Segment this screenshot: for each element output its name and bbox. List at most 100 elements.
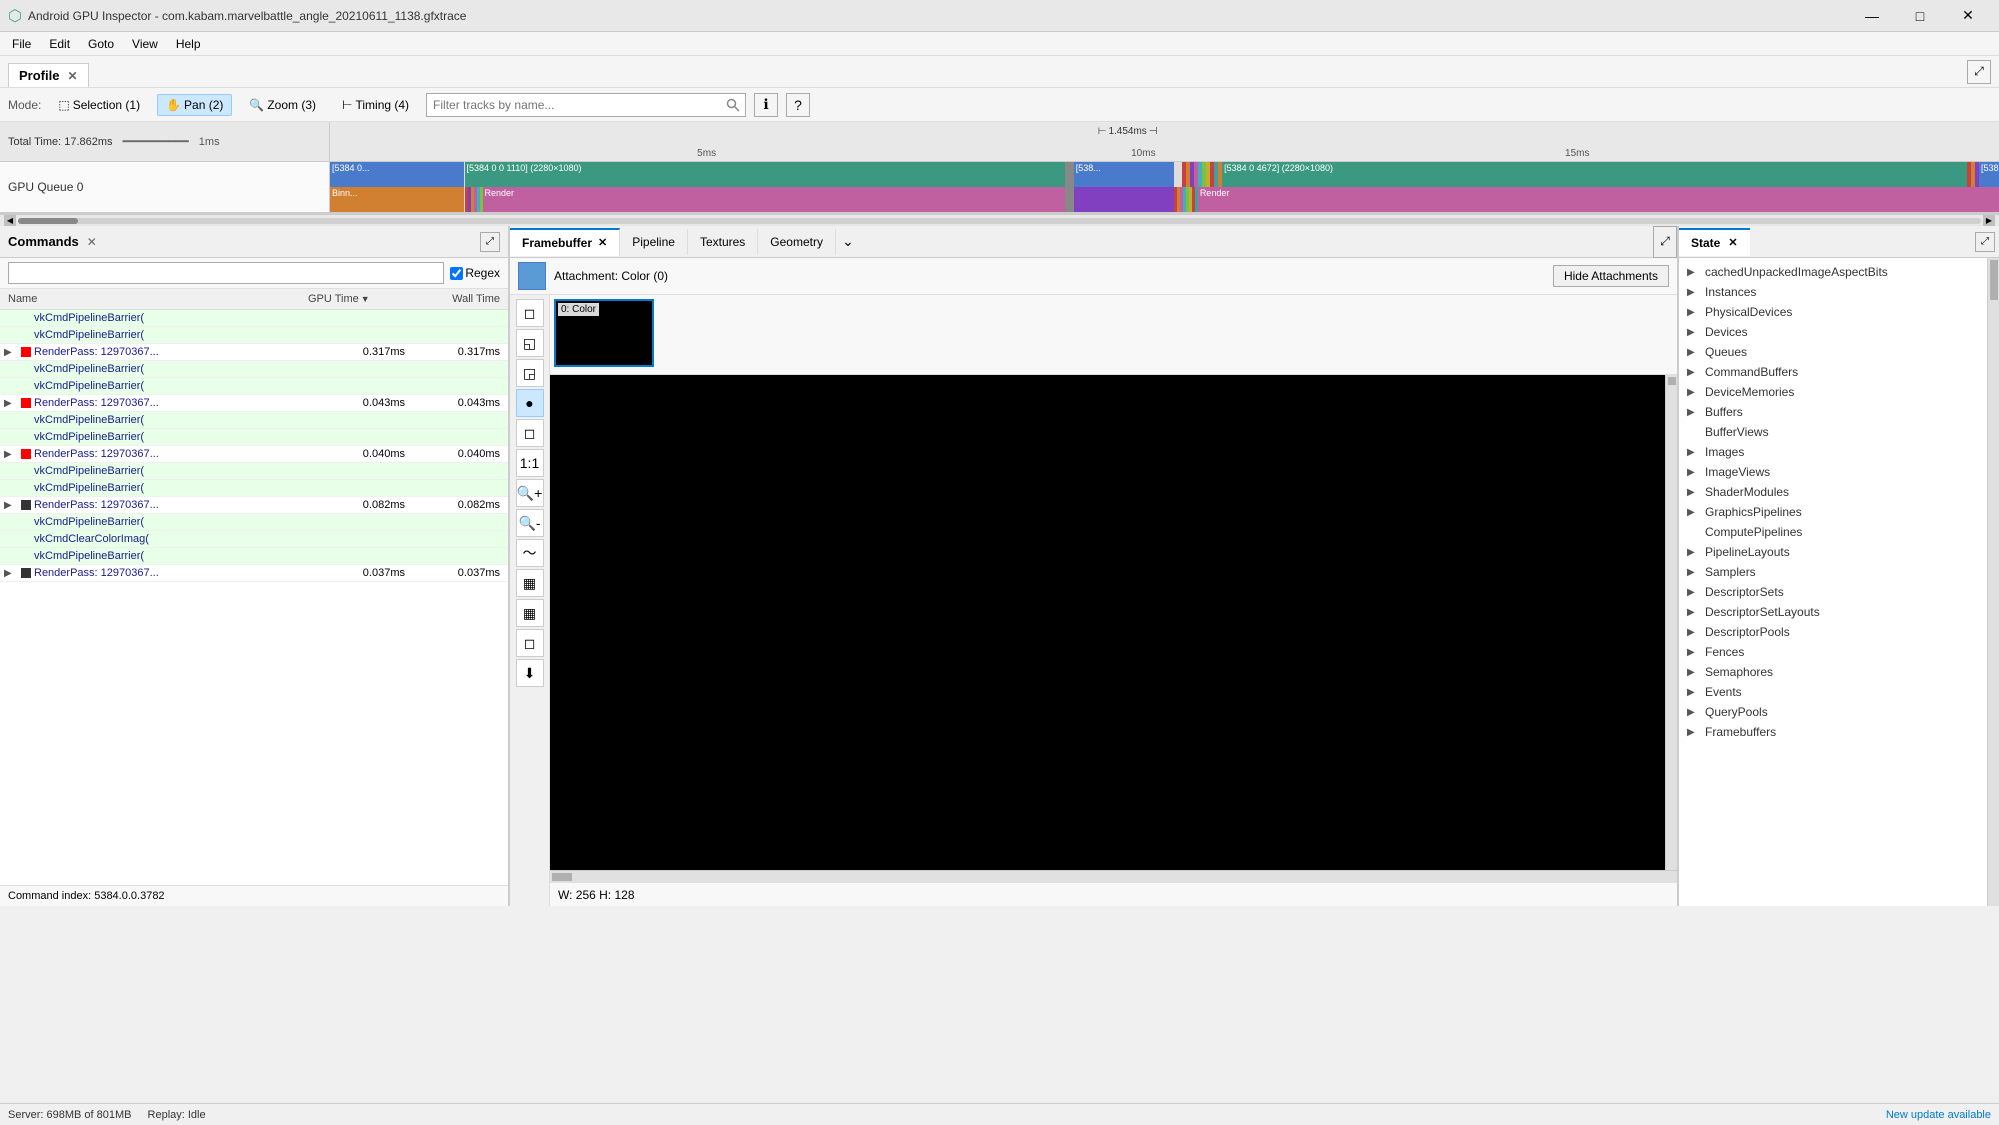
list-item[interactable]: ▶ Queues bbox=[1679, 342, 1999, 362]
list-item[interactable]: ▶ PipelineLayouts bbox=[1679, 542, 1999, 562]
state-scroll-area[interactable]: ▶ cachedUnpackedImageAspectBits ▶ Instan… bbox=[1679, 258, 1999, 906]
list-item[interactable]: ▶ GraphicsPipelines bbox=[1679, 502, 1999, 522]
list-item[interactable]: ▶ DescriptorSetLayouts bbox=[1679, 602, 1999, 622]
table-row[interactable]: vkCmdPipelineBarrier( bbox=[0, 480, 508, 497]
list-item[interactable]: ▶ PhysicalDevices bbox=[1679, 302, 1999, 322]
profile-tab-close[interactable]: ✕ bbox=[67, 69, 77, 83]
table-row[interactable]: vkCmdPipelineBarrier( bbox=[0, 327, 508, 344]
fb-tool-1to1[interactable]: 1:1 bbox=[516, 449, 544, 477]
table-row[interactable]: vkCmdClearColorImag( bbox=[0, 531, 508, 548]
table-row[interactable]: vkCmdPipelineBarrier( bbox=[0, 548, 508, 565]
minimize-button[interactable]: — bbox=[1849, 0, 1895, 32]
expand-icon[interactable]: ▶ bbox=[4, 347, 18, 358]
table-row[interactable]: vkCmdPipelineBarrier( bbox=[0, 361, 508, 378]
fb-tool-wave[interactable]: 〜 bbox=[516, 539, 544, 567]
list-item[interactable]: ComputePipelines bbox=[1679, 522, 1999, 542]
hide-attachments-button[interactable]: Hide Attachments bbox=[1553, 265, 1669, 287]
info-button[interactable]: ℹ bbox=[754, 93, 778, 117]
list-item[interactable]: ▶ CommandBuffers bbox=[1679, 362, 1999, 382]
expand-icon[interactable]: ▶ bbox=[4, 449, 18, 460]
fb-tool-pixel[interactable]: ● bbox=[516, 389, 544, 417]
list-item[interactable]: ▶ Images bbox=[1679, 442, 1999, 462]
table-row[interactable]: vkCmdPipelineBarrier( bbox=[0, 429, 508, 446]
cmd-search-input[interactable] bbox=[8, 262, 444, 284]
table-row[interactable]: vkCmdPipelineBarrier( bbox=[0, 463, 508, 480]
help-button[interactable]: ? bbox=[786, 93, 810, 117]
commands-close[interactable]: ✕ bbox=[87, 235, 97, 249]
expand-icon[interactable]: ▶ bbox=[4, 398, 18, 409]
tab-framebuffer[interactable]: Framebuffer ✕ bbox=[510, 228, 620, 256]
tab-state[interactable]: State ✕ bbox=[1679, 228, 1750, 256]
table-row[interactable]: ▶ RenderPass: 12970367... 0.043ms 0.043m… bbox=[0, 395, 508, 412]
list-item[interactable]: ▶ Buffers bbox=[1679, 402, 1999, 422]
table-row[interactable]: ▶ RenderPass: 12970367... 0.037ms 0.037m… bbox=[0, 565, 508, 582]
scroll-thumb[interactable] bbox=[18, 218, 78, 224]
list-item[interactable]: ▶ cachedUnpackedImageAspectBits bbox=[1679, 262, 1999, 282]
fb-thumbnail-color[interactable]: 0: Color bbox=[554, 299, 654, 367]
scroll-track[interactable] bbox=[18, 218, 1981, 224]
gpu-queue-track[interactable]: [5384 0... [5384 0 0 1110] (2280×1080) [… bbox=[330, 162, 1999, 212]
maximize-button[interactable]: □ bbox=[1897, 0, 1943, 32]
fb-horizontal-scrollbar[interactable] bbox=[550, 870, 1677, 882]
hscroll-thumb2[interactable] bbox=[552, 873, 572, 881]
regex-checkbox-label[interactable]: Regex bbox=[450, 266, 500, 280]
state-scrollbar[interactable] bbox=[1987, 258, 1999, 906]
fb-tool-download[interactable]: ⬇ bbox=[516, 659, 544, 687]
timing-mode-btn[interactable]: ⊢ Timing (4) bbox=[333, 94, 418, 116]
fb-image-area[interactable] bbox=[550, 375, 1665, 870]
list-item[interactable]: BufferViews bbox=[1679, 422, 1999, 442]
fb-tool-frame[interactable]: ◻ bbox=[516, 629, 544, 657]
profile-tab[interactable]: Profile ✕ bbox=[8, 63, 89, 87]
menu-help[interactable]: Help bbox=[168, 35, 209, 53]
commands-maximize-button[interactable]: ⤢ bbox=[480, 232, 500, 252]
fb-tool-zoom-in[interactable]: 🔍+ bbox=[516, 479, 544, 507]
zoom-mode-btn[interactable]: 🔍 Zoom (3) bbox=[240, 94, 325, 116]
fb-tool-crop[interactable]: ◲ bbox=[516, 359, 544, 387]
list-item[interactable]: ▶ Instances bbox=[1679, 282, 1999, 302]
list-item[interactable]: ▶ Devices bbox=[1679, 322, 1999, 342]
list-item[interactable]: ▶ ImageViews bbox=[1679, 462, 1999, 482]
framebuffer-tab-close[interactable]: ✕ bbox=[598, 236, 607, 249]
scroll-left-arrow[interactable]: ◀ bbox=[4, 215, 16, 227]
fb-tool-select2[interactable]: ◻ bbox=[516, 419, 544, 447]
fb-tool-checkerboard2[interactable]: ▦ bbox=[516, 599, 544, 627]
vscroll-thumb[interactable] bbox=[1668, 377, 1676, 385]
close-button[interactable]: ✕ bbox=[1945, 0, 1991, 32]
list-item[interactable]: ▶ Events bbox=[1679, 682, 1999, 702]
menu-view[interactable]: View bbox=[124, 35, 166, 53]
horizontal-scrollbar[interactable]: ◀ ▶ bbox=[0, 214, 1999, 226]
tabs-more-button[interactable]: ⌄ bbox=[836, 226, 860, 258]
table-row[interactable]: vkCmdPipelineBarrier( bbox=[0, 412, 508, 429]
list-item[interactable]: ▶ DeviceMemories bbox=[1679, 382, 1999, 402]
list-item[interactable]: ▶ ShaderModules bbox=[1679, 482, 1999, 502]
fb-tool-pan[interactable]: ◱ bbox=[516, 329, 544, 357]
state-maximize-button[interactable]: ⤢ bbox=[1975, 232, 1995, 252]
state-tab-close[interactable]: ✕ bbox=[1728, 236, 1737, 249]
menu-file[interactable]: File bbox=[4, 35, 39, 53]
list-item[interactable]: ▶ QueryPools bbox=[1679, 702, 1999, 722]
fb-tool-select[interactable]: ◻ bbox=[516, 299, 544, 327]
profile-maximize-button[interactable]: ⤢ bbox=[1967, 60, 1991, 84]
selection-mode-btn[interactable]: ⬚ Selection (1) bbox=[49, 94, 149, 116]
filter-tracks-input[interactable] bbox=[426, 93, 746, 117]
table-row[interactable]: ▶ RenderPass: 12970367... 0.040ms 0.040m… bbox=[0, 446, 508, 463]
list-item[interactable]: ▶ Fences bbox=[1679, 642, 1999, 662]
list-item[interactable]: ▶ Semaphores bbox=[1679, 662, 1999, 682]
expand-icon[interactable]: ▶ bbox=[4, 568, 18, 579]
menu-edit[interactable]: Edit bbox=[41, 35, 78, 53]
regex-checkbox[interactable] bbox=[450, 267, 463, 280]
table-row[interactable]: ▶ RenderPass: 12970367... 0.082ms 0.082m… bbox=[0, 497, 508, 514]
tab-textures[interactable]: Textures bbox=[688, 229, 758, 255]
tab-pipeline[interactable]: Pipeline bbox=[620, 229, 688, 255]
table-row[interactable]: ▶ RenderPass: 12970367... 0.317ms 0.317m… bbox=[0, 344, 508, 361]
fb-tool-checkerboard[interactable]: ▦ bbox=[516, 569, 544, 597]
table-row[interactable]: vkCmdPipelineBarrier( bbox=[0, 310, 508, 327]
menu-goto[interactable]: Goto bbox=[80, 35, 122, 53]
scroll-right-arrow[interactable]: ▶ bbox=[1983, 215, 1995, 227]
list-item[interactable]: ▶ DescriptorSets bbox=[1679, 582, 1999, 602]
framebuffer-maximize-button[interactable]: ⤢ bbox=[1653, 226, 1677, 258]
list-item[interactable]: ▶ DescriptorPools bbox=[1679, 622, 1999, 642]
expand-icon[interactable]: ▶ bbox=[4, 500, 18, 511]
list-item[interactable]: ▶ Framebuffers bbox=[1679, 722, 1999, 742]
list-item[interactable]: ▶ Samplers bbox=[1679, 562, 1999, 582]
